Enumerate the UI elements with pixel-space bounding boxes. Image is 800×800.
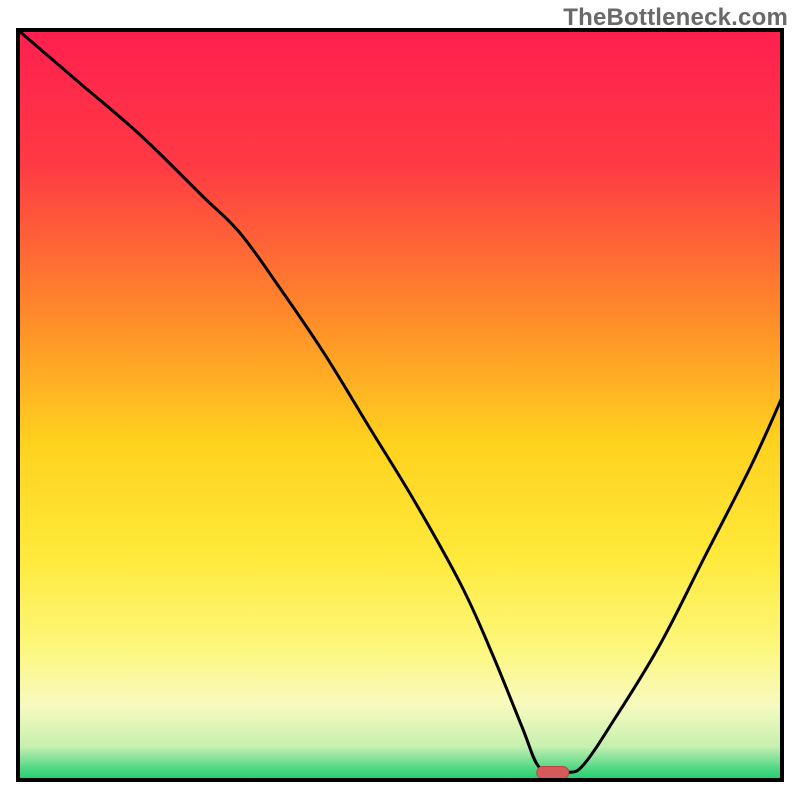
bottleneck-chart [0,0,800,800]
gradient-background [18,30,782,780]
optimal-marker [537,767,569,779]
